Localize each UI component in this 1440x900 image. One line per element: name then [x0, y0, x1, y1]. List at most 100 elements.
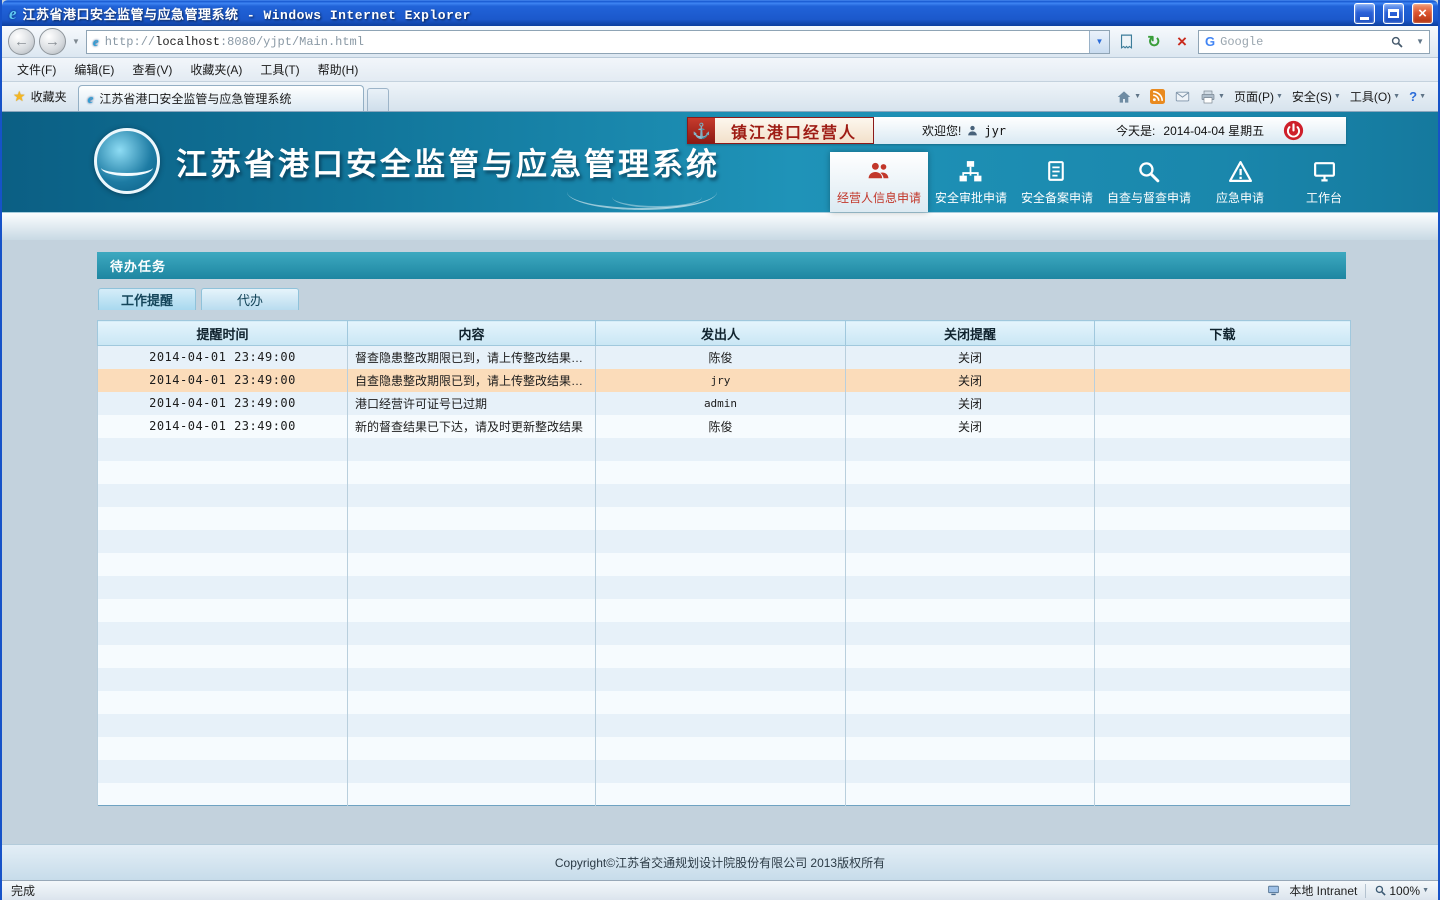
table-row-empty	[98, 760, 1351, 783]
home-icon	[1116, 89, 1132, 105]
table-row-empty	[98, 783, 1351, 806]
page-viewport: ⚓ 镇江港口经营人 欢迎您! jyr 今天是: 2014-04-04 星期五	[2, 112, 1438, 880]
back-button[interactable]: ←	[8, 28, 35, 55]
empty-cell	[98, 484, 348, 507]
address-bar[interactable]: e http://localhost:8080/yjpt/Main.html ▼	[86, 30, 1110, 54]
tab-work-reminder[interactable]: 工作提醒	[98, 288, 196, 310]
close-reminder-link[interactable]: 关闭	[846, 415, 1095, 438]
security-zone-label: 本地 Intranet	[1289, 882, 1357, 899]
empty-cell	[1095, 691, 1351, 714]
close-reminder-link[interactable]: 关闭	[846, 346, 1095, 369]
help-dropdown-icon: ▼	[1419, 93, 1426, 100]
close-reminder-link[interactable]: 关闭	[846, 369, 1095, 392]
copyright-text: Copyright©江苏省交通规划设计院股份有限公司 2013版权所有	[555, 854, 885, 871]
safety-menu-button[interactable]: 安全(S) ▼	[1292, 88, 1341, 105]
sitemap-icon	[958, 159, 983, 184]
print-dropdown-icon: ▼	[1218, 93, 1225, 100]
zoom-control[interactable]: 100% ▼	[1374, 884, 1429, 898]
close-button[interactable]: ×	[1412, 3, 1433, 24]
new-tab-stub[interactable]	[367, 88, 389, 111]
tools-menu-label: 工具(O)	[1350, 88, 1391, 105]
zoom-dropdown-icon: ▼	[1422, 887, 1429, 894]
stop-button[interactable]: ×	[1170, 30, 1194, 54]
page-footer: Copyright©江苏省交通规划设计院股份有限公司 2013版权所有	[2, 844, 1438, 880]
empty-cell	[348, 714, 596, 737]
menu-file[interactable]: 文件(F)	[8, 58, 65, 81]
cell-sender: admin	[596, 392, 846, 415]
close-reminder-link[interactable]: 关闭	[846, 392, 1095, 415]
cell-download	[1095, 392, 1351, 415]
date-value: 2014-04-04 星期五	[1163, 122, 1264, 139]
refresh-button[interactable]: ↻	[1142, 30, 1166, 54]
search-icon	[1390, 35, 1404, 49]
menu-help[interactable]: 帮助(H)	[309, 58, 368, 81]
menu-favorites[interactable]: 收藏夹(A)	[181, 58, 251, 81]
empty-cell	[348, 530, 596, 553]
cell-content: 自查隐患整改期限已到，请上传整改结果…	[348, 369, 596, 392]
browser-tab[interactable]: e 江苏省港口安全监管与应急管理系统	[78, 85, 364, 111]
page-menu-button[interactable]: 页面(P) ▼	[1234, 88, 1283, 105]
empty-cell	[98, 714, 348, 737]
table-row-empty	[98, 645, 1351, 668]
forward-button[interactable]: →	[39, 28, 66, 55]
main-nav: 经营人信息申请 安全审批申请 安全备案申请 自查与督查申请 应急申请	[830, 152, 1366, 212]
table-row-empty	[98, 530, 1351, 553]
minimize-icon	[1360, 17, 1369, 20]
history-dropdown[interactable]: ▼	[70, 37, 82, 46]
empty-cell	[846, 484, 1095, 507]
empty-cell	[596, 438, 846, 461]
column-header-remind-time: 提醒时间	[98, 321, 348, 346]
command-bar: ▼ ▼ 页面(P) ▼ 安全(S) ▼ 工具(O) ▼	[1116, 82, 1438, 111]
empty-cell	[1095, 576, 1351, 599]
help-menu-button[interactable]: ? ▼	[1409, 89, 1426, 104]
empty-cell	[846, 438, 1095, 461]
empty-cell	[846, 760, 1095, 783]
search-dropdown[interactable]: ▼	[1413, 37, 1427, 46]
nav-item-operator-info[interactable]: 经营人信息申请	[830, 152, 928, 212]
compatibility-view-button[interactable]	[1114, 30, 1138, 54]
nav-label: 应急申请	[1216, 189, 1264, 206]
computer-icon	[1266, 884, 1281, 897]
nav-item-workbench[interactable]: 工作台	[1282, 152, 1366, 212]
empty-cell	[98, 760, 348, 783]
home-button[interactable]: ▼	[1116, 89, 1141, 105]
cell-remind-time: 2014-04-01 23:49:00	[98, 346, 348, 369]
page-menu-dropdown-icon: ▼	[1276, 93, 1283, 100]
address-toolbar: ← → ▼ e http://localhost:8080/yjpt/Main.…	[2, 26, 1438, 58]
address-dropdown-button[interactable]: ▼	[1089, 31, 1109, 53]
menu-edit[interactable]: 编辑(E)	[65, 58, 123, 81]
refresh-icon: ↻	[1147, 32, 1160, 52]
minimize-button[interactable]	[1354, 3, 1375, 24]
empty-cell	[596, 714, 846, 737]
empty-cell	[1095, 668, 1351, 691]
star-icon: ★	[13, 88, 26, 105]
google-icon: G	[1205, 34, 1215, 49]
search-input[interactable]: G Google ▼	[1198, 30, 1430, 54]
empty-cell	[596, 622, 846, 645]
maximize-icon	[1388, 9, 1399, 18]
favorites-button[interactable]: ★ 收藏夹	[2, 82, 78, 111]
tools-menu-button[interactable]: 工具(O) ▼	[1350, 88, 1400, 105]
empty-cell	[1095, 760, 1351, 783]
tab-todo[interactable]: 代办	[201, 288, 299, 310]
menu-tools[interactable]: 工具(T)	[251, 58, 308, 81]
feeds-button[interactable]	[1150, 89, 1165, 104]
nav-item-safety-record[interactable]: 安全备案申请	[1014, 152, 1100, 212]
menu-view[interactable]: 查看(V)	[123, 58, 181, 81]
nav-item-self-inspection[interactable]: 自查与督查申请	[1100, 152, 1198, 212]
nav-item-safety-approval[interactable]: 安全审批申请	[928, 152, 1014, 212]
maximize-button[interactable]	[1383, 3, 1404, 24]
search-button[interactable]	[1386, 32, 1408, 52]
print-button[interactable]: ▼	[1200, 89, 1225, 105]
page-menu-label: 页面(P)	[1234, 88, 1274, 105]
table-row: 2014-04-01 23:49:00 新的督查结果已下达，请及时更新整改结果 …	[98, 415, 1351, 438]
empty-cell	[348, 622, 596, 645]
role-banner-label: 镇江港口经营人	[715, 118, 873, 143]
cell-download	[1095, 369, 1351, 392]
nav-item-emergency[interactable]: 应急申请	[1198, 152, 1282, 212]
table-row-empty	[98, 438, 1351, 461]
read-mail-button[interactable]	[1174, 89, 1191, 104]
empty-cell	[1095, 461, 1351, 484]
logout-button[interactable]	[1283, 120, 1304, 141]
search-placeholder: Google	[1220, 35, 1381, 49]
